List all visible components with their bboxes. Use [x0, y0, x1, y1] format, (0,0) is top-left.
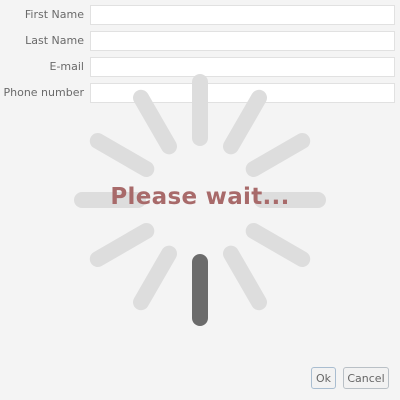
email-label: E-mail	[49, 60, 85, 73]
first-name-field[interactable]	[90, 5, 395, 25]
first-name-row: First Name	[0, 5, 400, 27]
spinner-spoke	[223, 89, 267, 155]
phone-number-row: Phone number	[0, 83, 400, 105]
spinner-spoke	[133, 245, 177, 311]
spinner-spoke	[223, 245, 267, 311]
first-name-label: First Name	[24, 8, 84, 21]
spinner-spoke	[245, 223, 311, 267]
phone-number-field[interactable]	[90, 83, 395, 103]
phone-number-label: Phone number	[3, 86, 84, 99]
last-name-label: Last Name	[25, 34, 84, 47]
last-name-field[interactable]	[90, 31, 395, 51]
please-wait-message: Please wait...	[110, 184, 290, 210]
spinner-spoke	[133, 89, 177, 155]
ok-button[interactable]: Ok	[311, 367, 336, 389]
email-row: E-mail	[0, 57, 400, 79]
spinner-spoke	[245, 133, 311, 177]
spinner-spoke	[89, 133, 155, 177]
spinner-spoke	[89, 223, 155, 267]
last-name-row: Last Name	[0, 31, 400, 53]
email-field[interactable]	[90, 57, 395, 77]
cancel-button[interactable]: Cancel	[343, 367, 389, 389]
